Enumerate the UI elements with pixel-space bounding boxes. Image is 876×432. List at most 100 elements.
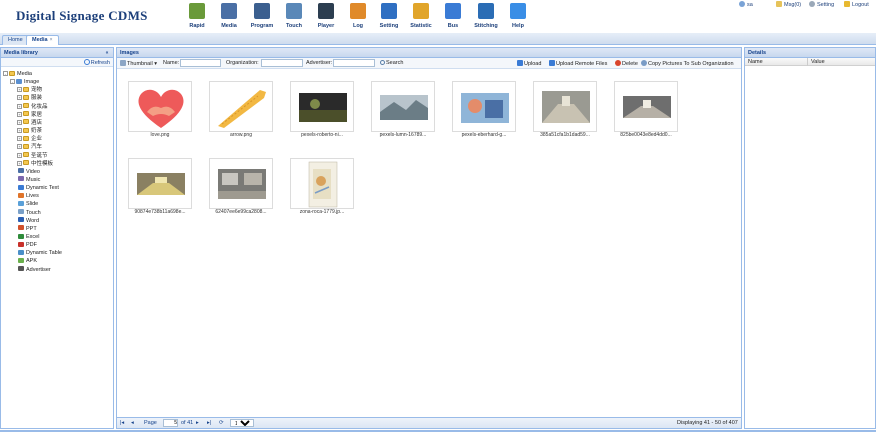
details-columns: Name Value [745, 58, 875, 66]
details-title: Details [748, 50, 767, 56]
expand-node-icon[interactable]: + [17, 103, 22, 109]
tree-item-word[interactable]: Word [10, 217, 39, 225]
media-library-header: Media library « [1, 48, 113, 58]
tree-item-folder[interactable]: + 圣诞节 [17, 152, 48, 160]
nav-media-button[interactable]: Media [213, 2, 245, 32]
tree-item-folder[interactable]: + 汽车 [17, 143, 42, 151]
apk-icon [18, 257, 24, 263]
search-button[interactable]: Search [380, 60, 403, 66]
tree-item-excel[interactable]: Excel [10, 233, 39, 241]
tree-item-image[interactable]: - Image [10, 78, 39, 86]
messages-link[interactable]: Msg(0) [776, 1, 801, 8]
expand-node-icon[interactable]: + [17, 128, 22, 134]
delete-button[interactable]: Delete [615, 60, 638, 67]
tree-item-folder[interactable]: + 中性模板 [17, 160, 53, 168]
expand-node-icon[interactable]: + [17, 144, 22, 150]
statistic-icon [413, 3, 429, 19]
collapse-node-icon[interactable]: - [10, 79, 15, 85]
last-page-button[interactable]: ▸| [207, 420, 211, 426]
details-header: Details [745, 48, 875, 58]
upload-remote-button[interactable]: Upload Remote Files [549, 60, 607, 67]
tree-item-folder[interactable]: - Media [3, 70, 32, 78]
tab-strip: Home Media × [0, 33, 876, 45]
expand-node-icon[interactable]: + [17, 87, 22, 93]
image-thumbnail[interactable]: pexels-roberto-ni... [290, 81, 354, 141]
refresh-page-icon[interactable]: ⟳ [219, 420, 224, 426]
expand-node-icon[interactable]: + [17, 111, 22, 117]
tree-item-folder[interactable]: + 企业 [17, 135, 42, 143]
thumbnail-caption: 90874e738b11a698e... [134, 209, 186, 215]
tree-item-folder[interactable]: + 酒店 [17, 119, 42, 127]
nav-rapid-button[interactable]: Rapid [181, 2, 213, 32]
image-thumbnail[interactable]: love.png [128, 81, 192, 141]
tree-item-folder[interactable]: + 化妆品 [17, 103, 48, 111]
image-thumbnail[interactable]: 62407ee6e99ca2808... [209, 158, 273, 218]
nav-bus-button[interactable]: Bus [437, 2, 469, 32]
tree-item-lives[interactable]: Lives [10, 192, 39, 200]
image-thumbnail[interactable]: pexels-eberhard-g... [452, 81, 516, 141]
tree-item-apk[interactable]: APK [10, 257, 37, 265]
nav-program-button[interactable]: Program [246, 2, 278, 32]
rapid-icon [189, 3, 205, 19]
prev-page-button[interactable]: ◂ [131, 420, 134, 426]
nav-statistic-button[interactable]: Statistic [405, 2, 437, 32]
setting-link[interactable]: Setting [809, 1, 834, 8]
nav-setting-button[interactable]: Setting [373, 2, 405, 32]
tree-item-slide[interactable]: Slide [10, 200, 38, 208]
image-thumbnail[interactable]: 825be0043e8ed4dd0... [614, 81, 678, 141]
tree-item-text[interactable]: Dynamic Text [10, 184, 59, 192]
tree-item-music[interactable]: Music [10, 176, 40, 184]
upload-remote-icon [549, 60, 555, 66]
upload-button[interactable]: Upload [517, 60, 541, 67]
page-label: Page [144, 420, 157, 426]
next-page-button[interactable]: ▸ [196, 420, 199, 426]
image-thumbnail[interactable]: zona-roca-1779.jp... [290, 158, 354, 218]
tree-item-table[interactable]: Dynamic Table [10, 249, 62, 257]
tab-media[interactable]: Media × [26, 35, 59, 45]
collapse-node-icon[interactable]: - [3, 71, 8, 76]
image-thumbnail[interactable]: 385a51cfa1b1dad59... [533, 81, 597, 141]
gear-icon [809, 1, 815, 7]
col-value[interactable]: Value [811, 59, 825, 65]
nav-touch-button[interactable]: Touch [278, 2, 310, 32]
image-thumbnail[interactable]: arrow.png [209, 81, 273, 141]
thumbnail-caption: zona-roca-1779.jp... [299, 209, 345, 215]
tree-item-folder[interactable]: + 服装 [17, 94, 42, 102]
first-page-button[interactable]: |◂ [120, 420, 124, 426]
nav-help-button[interactable]: Help [502, 2, 534, 32]
copy-to-sub-org-button[interactable]: Copy Pictures To Sub Organization [641, 60, 734, 67]
expand-node-icon[interactable]: + [17, 152, 22, 158]
name-input[interactable] [180, 59, 221, 67]
close-icon[interactable]: × [50, 37, 53, 43]
organization-input[interactable] [261, 59, 303, 67]
tree-item-pdf[interactable]: PDF [10, 241, 37, 249]
page-input[interactable] [163, 419, 178, 427]
image-thumbnail[interactable]: 90874e738b11a698e... [128, 158, 192, 218]
table-icon [18, 249, 24, 255]
tree-item-video[interactable]: Video [10, 168, 40, 176]
col-name[interactable]: Name [748, 59, 763, 65]
tree-item-folder[interactable]: + 宠物 [17, 86, 42, 94]
nav-log-button[interactable]: Log [342, 2, 374, 32]
expand-node-icon[interactable]: + [17, 119, 22, 125]
logout-link[interactable]: Logout [844, 1, 869, 8]
user-link[interactable]: sa [739, 1, 753, 8]
tree-item-ppt[interactable]: PPT [10, 225, 37, 233]
expand-node-icon[interactable]: + [17, 95, 22, 101]
tab-home[interactable]: Home [2, 35, 29, 45]
collapse-icon[interactable]: « [104, 50, 110, 56]
page-size-select[interactable]: 10 [230, 419, 254, 427]
tree-item-folder[interactable]: + 奶茶 [17, 127, 42, 135]
refresh-button[interactable]: Refresh [83, 59, 110, 66]
expand-node-icon[interactable]: + [17, 136, 22, 142]
thumbnail-image [128, 158, 192, 209]
expand-node-icon[interactable]: + [17, 160, 22, 166]
tree-item-folder[interactable]: + 家居 [17, 111, 42, 119]
view-mode-button[interactable]: Thumbnail ▾ [120, 60, 157, 67]
advertiser-input[interactable] [333, 59, 375, 67]
nav-stitching-button[interactable]: Stitching [470, 2, 502, 32]
tree-item-advertiser[interactable]: Advertiser [10, 266, 51, 274]
image-thumbnail[interactable]: pexels-lumn-16789... [371, 81, 435, 141]
tree-item-touch[interactable]: Touch [10, 209, 41, 217]
nav-player-button[interactable]: Player [310, 2, 342, 32]
